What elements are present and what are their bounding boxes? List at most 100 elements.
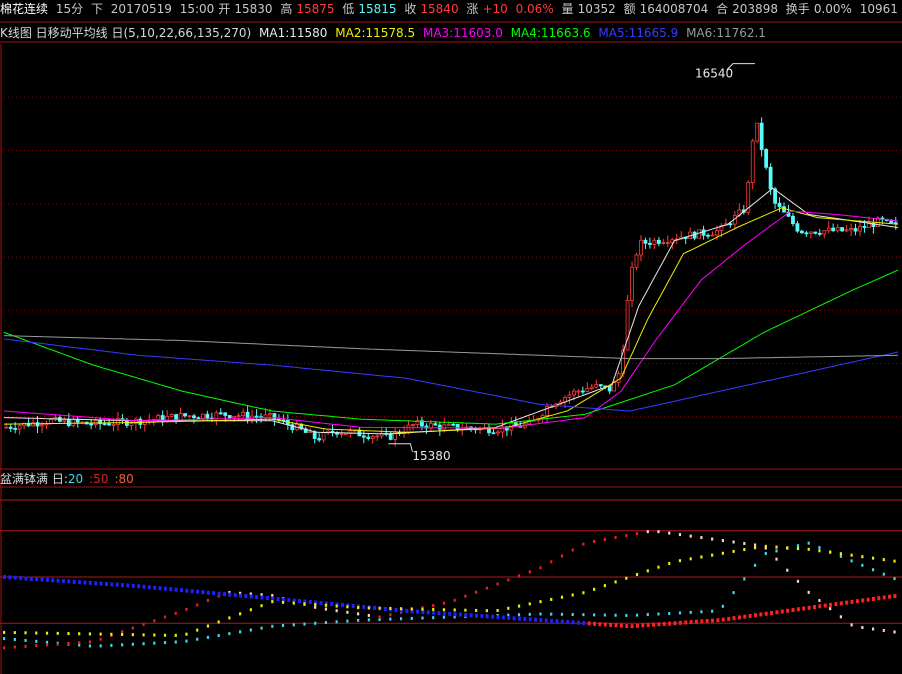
- candle-body: [442, 424, 447, 430]
- oscillator-point-3: [528, 617, 532, 622]
- oscillator-point-1: [131, 642, 134, 646]
- oscillator-point-4: [850, 553, 853, 557]
- oscillator-point-3: [29, 576, 33, 581]
- oscillator-point-3: [534, 617, 538, 622]
- oscillator-point-3: [271, 596, 275, 601]
- oscillator-legend: 盆满钵满 日:20:50:80: [0, 470, 902, 488]
- ma-line-4: [3, 269, 899, 425]
- oscillator-point-1: [196, 637, 199, 641]
- oscillator-point-4: [485, 609, 488, 613]
- oscillator-point-3: [812, 605, 816, 610]
- oscillator-point-3: [319, 600, 323, 605]
- oscillator-point-1: [45, 640, 49, 644]
- oscillator-point-3: [115, 582, 119, 587]
- candle-body: [254, 415, 259, 418]
- oscillator-point-4: [517, 604, 521, 608]
- date-label: 20170519: [110, 2, 172, 16]
- candle-body: [223, 412, 228, 416]
- oscillator-point-4: [13, 631, 16, 635]
- candle-body: [129, 423, 134, 426]
- oscillator-point-1: [271, 624, 274, 628]
- oscillator-point-3: [249, 594, 253, 599]
- oscillator-point-1: [324, 621, 328, 625]
- oscillator-point-3: [196, 589, 200, 594]
- oscillator-point-1: [410, 616, 413, 620]
- open-value: 15830: [234, 2, 273, 16]
- chart-svg: 16540 15380: [0, 21, 902, 674]
- oscillator-point-2: [560, 554, 564, 558]
- oscillator-point-3: [796, 607, 800, 612]
- oscillator-point-3: [619, 623, 623, 628]
- extra-value: 10961: [859, 2, 898, 16]
- oscillator-point-1: [764, 551, 767, 555]
- oscillator-point-2: [657, 530, 660, 534]
- oscillator-point-4: [432, 607, 435, 611]
- oscillator-point-4: [292, 601, 295, 605]
- oscillator-point-3: [550, 618, 554, 623]
- ma-line-3: [3, 210, 899, 429]
- oscillator-point-1: [700, 610, 703, 614]
- oscillator-point-4: [475, 608, 478, 612]
- candle-body: [576, 390, 581, 393]
- oscillator-point-2: [775, 557, 778, 561]
- turnover-value: 0.00%: [813, 2, 852, 16]
- oscillator-point-1: [796, 544, 800, 548]
- oscillator-point-4: [142, 633, 145, 637]
- oscillator-point-2: [571, 548, 574, 552]
- oscillator-point-1: [142, 642, 145, 646]
- oscillator-point-1: [721, 604, 724, 608]
- oscillator-point-2: [861, 626, 864, 630]
- oscillator-point-4: [357, 606, 360, 610]
- oscillator-point-2: [871, 627, 875, 631]
- candle-body: [665, 242, 670, 244]
- oscillator-point-4: [421, 607, 424, 611]
- oscillator-point-4: [67, 632, 70, 636]
- oscillator-param-50: :50: [89, 472, 109, 486]
- candle-body: [853, 228, 858, 232]
- candle-body: [750, 140, 755, 183]
- candle-body: [862, 225, 867, 228]
- oscillator-point-2: [678, 533, 682, 537]
- candle-body: [205, 413, 210, 419]
- oscillator-point-3: [807, 605, 811, 610]
- candle-body: [648, 242, 652, 245]
- candle-body: [71, 419, 76, 427]
- oscillator-point-4: [807, 547, 810, 551]
- oscillator-point-3: [684, 620, 688, 625]
- candle-body: [589, 386, 594, 389]
- oscillator-point-3: [576, 620, 580, 625]
- oscillator-point-3: [727, 616, 731, 621]
- direction-label: 下: [90, 2, 103, 16]
- oscillator-point-4: [163, 633, 167, 637]
- oscillator-point-3: [131, 583, 135, 588]
- oscillator-point-4: [700, 555, 703, 559]
- oscillator-point-2: [453, 598, 456, 602]
- ma6-label: MA6:11762.1: [686, 26, 766, 40]
- oscillator-point-1: [775, 549, 778, 553]
- oscillator-point-3: [507, 615, 511, 620]
- oscillator-point-3: [721, 617, 725, 622]
- oscillator-point-2: [689, 534, 692, 538]
- candle-body: [361, 435, 366, 438]
- candle-body: [183, 413, 187, 417]
- oscillator-point-1: [442, 615, 446, 619]
- oscillator-point-3: [517, 616, 521, 621]
- volume-label: 量: [561, 2, 574, 16]
- oscillator-point-1: [743, 577, 746, 581]
- candle-body: [580, 390, 585, 393]
- oscillator-point-4: [110, 632, 113, 636]
- oscillator-point-2: [539, 566, 542, 570]
- candle-body: [317, 438, 322, 441]
- oscillator-point-2: [196, 603, 199, 607]
- candle-body: [630, 266, 634, 301]
- oscillator-point-4: [743, 548, 746, 552]
- oscillator-point-4: [99, 632, 102, 636]
- oscillator-point-3: [67, 579, 71, 584]
- oscillator-point-2: [56, 642, 59, 646]
- oscillator-point-4: [281, 600, 285, 604]
- oscillator-point-3: [83, 580, 87, 585]
- oscillator-point-4: [614, 580, 617, 584]
- oscillator-point-2: [603, 538, 606, 542]
- candle-body: [813, 231, 818, 234]
- oscillator-point-3: [866, 597, 870, 602]
